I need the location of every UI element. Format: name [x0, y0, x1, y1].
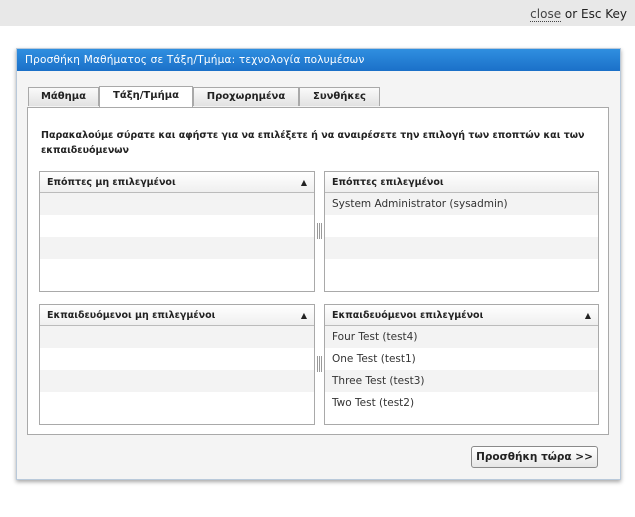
close-hint: or Esc Key	[561, 7, 627, 21]
list-item[interactable]: One Test (test1)	[325, 348, 598, 370]
list-item[interactable]	[325, 215, 598, 237]
list-item[interactable]	[40, 237, 314, 259]
list-rows: System Administrator (sysadmin)	[325, 193, 598, 281]
tab-advanced[interactable]: Προχωρημένα	[193, 87, 299, 106]
tab-course[interactable]: Μάθημα	[28, 87, 99, 106]
close-area: close or Esc Key	[530, 7, 627, 22]
list-item[interactable]	[40, 348, 314, 370]
list-item[interactable]	[40, 259, 314, 281]
sort-up-icon[interactable]: ▲	[301, 305, 307, 326]
list-rows	[40, 326, 314, 414]
list-header[interactable]: Εκπαιδευόμενοι επιλεγμένοι ▲	[325, 305, 598, 326]
list-rows	[40, 193, 314, 281]
learners-unselected-list[interactable]: Εκπαιδευόμενοι μη επιλεγμένοι ▲	[39, 304, 315, 425]
list-header[interactable]: Εκπαιδευόμενοι μη επιλεγμένοι ▲	[40, 305, 314, 326]
tab-conditions[interactable]: Συνθήκες	[299, 87, 380, 106]
add-now-button[interactable]: Προσθήκη τώρα >>	[471, 446, 598, 468]
list-item[interactable]: Three Test (test3)	[325, 370, 598, 392]
learners-selected-list[interactable]: Εκπαιδευόμενοι επιλεγμένοι ▲ Four Test (…	[324, 304, 599, 425]
tab-class[interactable]: Τάξη/Τμήμα	[99, 86, 193, 107]
list-item[interactable]	[40, 193, 314, 215]
list-header[interactable]: Επόπτες μη επιλεγμένοι ▲	[40, 172, 314, 193]
supervisors-selected-list[interactable]: Επόπτες επιλεγμένοι System Administrator…	[324, 171, 599, 292]
sort-up-icon[interactable]: ▲	[585, 305, 591, 326]
sort-up-icon[interactable]: ▲	[301, 172, 307, 193]
drag-handle-icon[interactable]	[317, 223, 322, 239]
top-bar: close or Esc Key	[0, 0, 635, 26]
list-header[interactable]: Επόπτες επιλεγμένοι	[325, 172, 598, 193]
close-link[interactable]: close	[530, 7, 562, 22]
drag-handle-icon[interactable]	[317, 356, 322, 372]
list-item[interactable]: Two Test (test2)	[325, 392, 598, 414]
list-item[interactable]	[40, 215, 314, 237]
tab-panel: Παρακαλούμε σύρατε και αφήστε για να επι…	[27, 107, 609, 435]
list-item[interactable]: System Administrator (sysadmin)	[325, 193, 598, 215]
list-item[interactable]: Four Test (test4)	[325, 326, 598, 348]
list-item[interactable]	[40, 392, 314, 414]
supervisors-unselected-list[interactable]: Επόπτες μη επιλεγμένοι ▲	[39, 171, 315, 292]
list-item[interactable]	[40, 370, 314, 392]
list-item[interactable]	[325, 259, 598, 281]
list-item[interactable]	[325, 237, 598, 259]
dialog-title: Προσθήκη Μαθήματος σε Τάξη/Τμήμα: τεχνολ…	[17, 49, 620, 71]
list-rows: Four Test (test4) One Test (test1) Three…	[325, 326, 598, 414]
instructions-text: Παρακαλούμε σύρατε και αφήστε για να επι…	[41, 130, 585, 156]
list-item[interactable]	[40, 326, 314, 348]
add-course-dialog: Προσθήκη Μαθήματος σε Τάξη/Τμήμα: τεχνολ…	[16, 48, 621, 480]
